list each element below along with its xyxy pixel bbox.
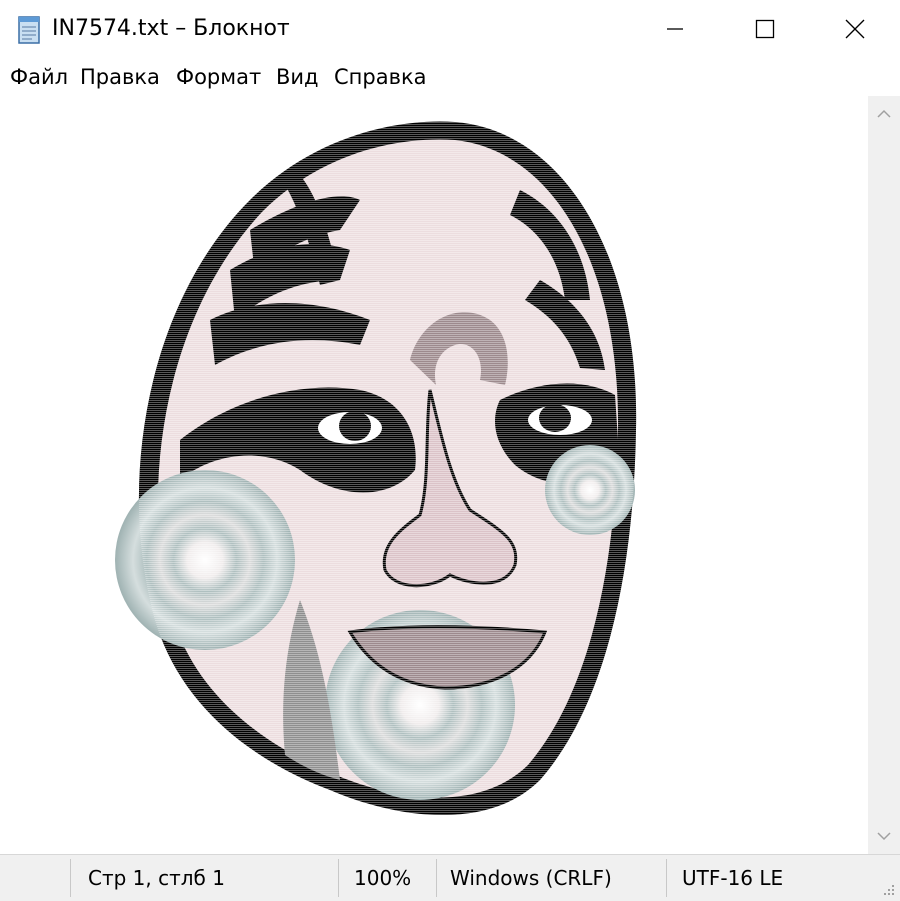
chevron-up-icon (877, 109, 891, 118)
text-editor-area[interactable] (0, 96, 868, 854)
line-endings: Windows (CRLF) (450, 866, 612, 890)
menu-bar: Файл Правка Формат Вид Справка (0, 58, 900, 97)
minimize-button[interactable] (630, 0, 720, 58)
cursor-position: Стр 1, стлб 1 (88, 866, 225, 890)
menu-edit[interactable]: Правка (80, 64, 160, 90)
opera-mask-art (115, 121, 637, 816)
minimize-icon (667, 28, 683, 30)
menu-view[interactable]: Вид (276, 64, 319, 90)
menu-file[interactable]: Файл (10, 64, 68, 90)
vertical-scrollbar[interactable] (868, 96, 900, 854)
scroll-up-button[interactable] (868, 96, 900, 132)
status-divider (70, 859, 71, 897)
close-icon (845, 19, 865, 39)
menu-format[interactable]: Формат (176, 64, 261, 90)
menu-help[interactable]: Справка (334, 64, 427, 90)
scroll-down-button[interactable] (868, 818, 900, 854)
status-divider (338, 859, 339, 897)
status-divider (436, 859, 437, 897)
status-bar: Стр 1, стлб 1 100% Windows (CRLF) UTF-16… (0, 854, 900, 901)
window-title: IN7574.txt – Блокнот (52, 16, 290, 41)
notepad-icon (13, 13, 45, 45)
title-bar[interactable]: IN7574.txt – Блокнот (0, 0, 900, 58)
resize-grip-icon[interactable] (880, 881, 896, 897)
chevron-down-icon (877, 832, 891, 841)
maximize-icon (755, 19, 775, 39)
maximize-button[interactable] (720, 0, 810, 58)
status-divider (666, 859, 667, 897)
zoom-level: 100% (354, 866, 412, 890)
close-button[interactable] (810, 0, 900, 58)
encoding: UTF-16 LE (682, 866, 784, 890)
